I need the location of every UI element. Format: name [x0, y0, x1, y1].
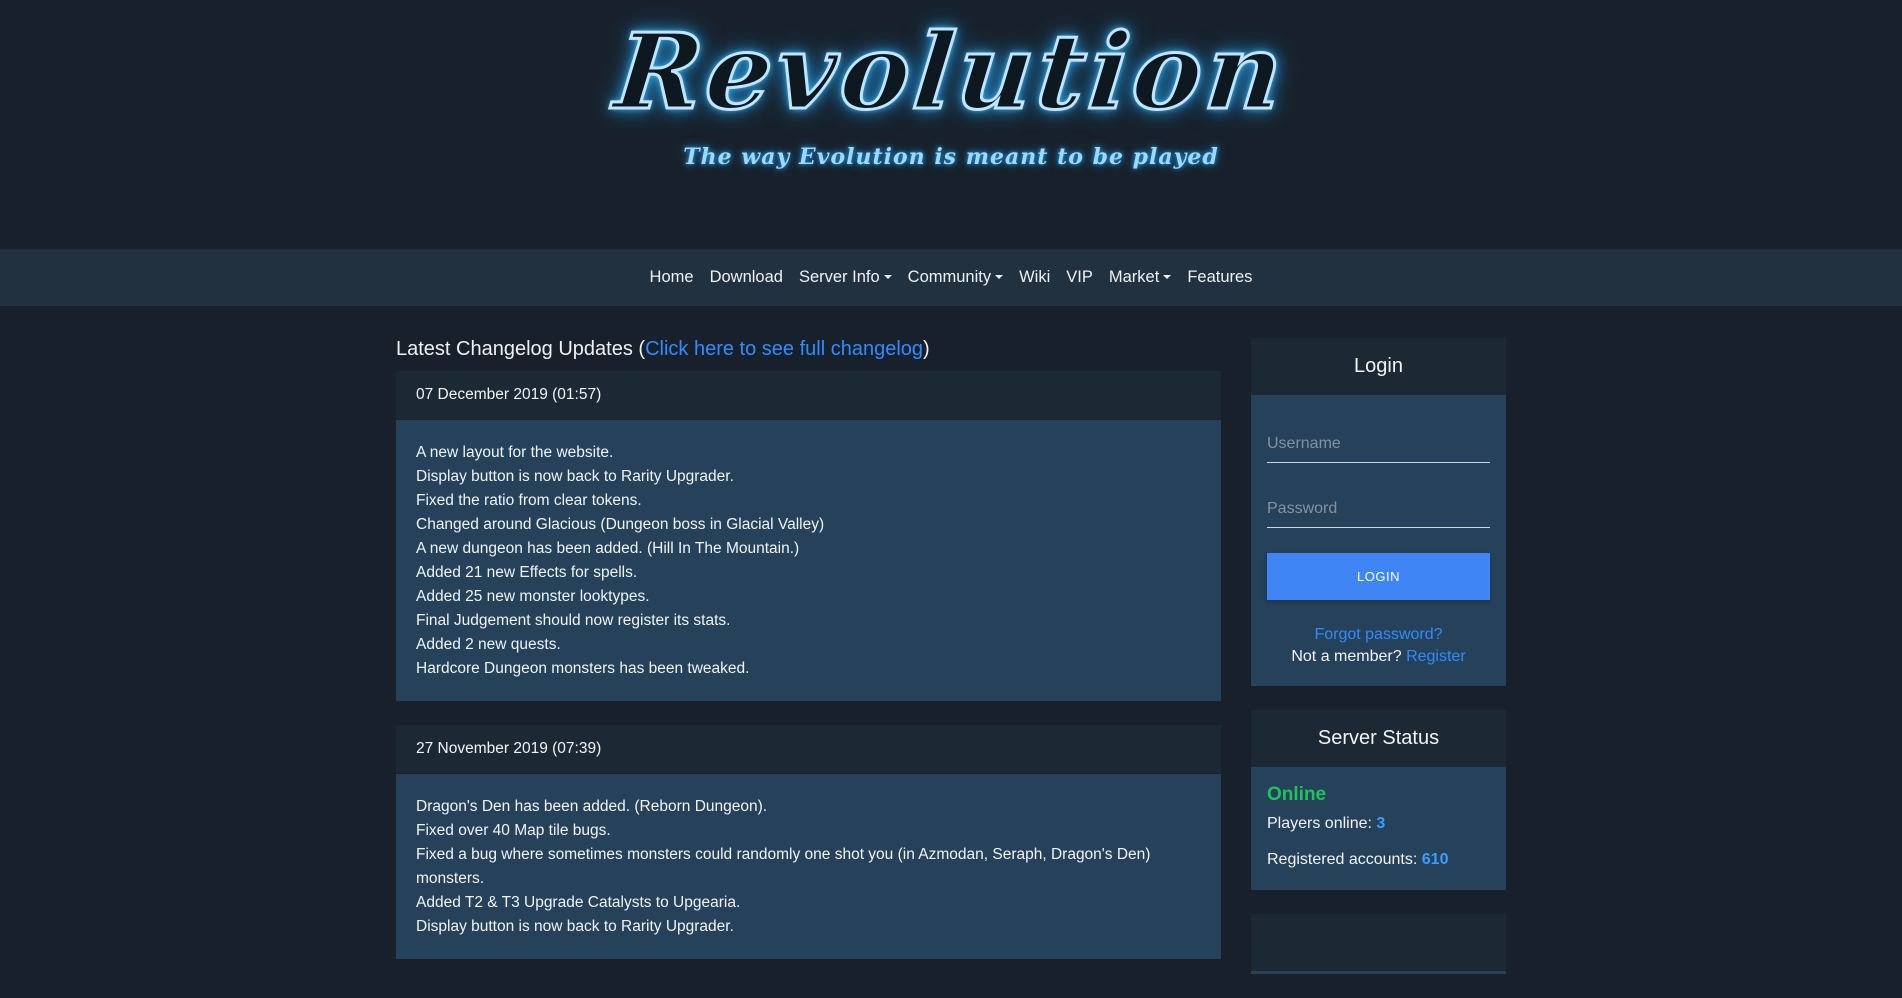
- server-status-indicator: Online: [1267, 784, 1327, 805]
- server-status-body: Online Players online: 3 Registered acco…: [1251, 767, 1506, 890]
- registered-accounts-label: Registered accounts:: [1267, 851, 1418, 868]
- changelog-line: Hardcore Dungeon monsters has been tweak…: [416, 660, 750, 677]
- caret-down-icon: [995, 275, 1004, 279]
- server-status-card: Server Status Online Players online: 3 R…: [1251, 710, 1506, 890]
- changelog-line: Final Judgement should now register its …: [416, 612, 731, 629]
- password-field-wrapper: [1267, 490, 1490, 528]
- caret-down-icon: [883, 275, 892, 279]
- nav-label: Community: [907, 268, 992, 286]
- caret-down-icon: [1163, 275, 1172, 279]
- changelog-line: Fixed the ratio from clear tokens.: [416, 492, 642, 509]
- logo-title: Revolution: [608, 9, 1294, 135]
- server-status-title: Server Status: [1251, 710, 1506, 767]
- register-prompt: Not a member? Register: [1267, 648, 1490, 666]
- nav-label: Download: [709, 268, 783, 286]
- login-form: LOGIN Forgot password? Not a member? Reg…: [1251, 395, 1506, 686]
- changelog-line: Added 2 new quests.: [416, 636, 561, 653]
- changelog-entry-date: 27 November 2019 (07:39): [396, 725, 1221, 774]
- main-nav: Home Download Server Info Community Wiki…: [0, 249, 1902, 306]
- changelog-entry: 07 December 2019 (01:57) A new layout fo…: [396, 371, 1221, 701]
- nav-features[interactable]: Features: [1179, 268, 1260, 287]
- changelog-entry: 27 November 2019 (07:39) Dragon's Den ha…: [396, 725, 1221, 959]
- registered-accounts: Registered accounts: 610: [1267, 850, 1490, 870]
- nav-wiki[interactable]: Wiki: [1011, 268, 1058, 287]
- changelog-line: Display button is now back to Rarity Upg…: [416, 468, 734, 485]
- nav-server-info-dropdown[interactable]: Server Info: [791, 268, 900, 287]
- nav-label: Home: [649, 268, 694, 286]
- username-field-wrapper: [1267, 425, 1490, 463]
- registered-accounts-count: 610: [1421, 851, 1449, 868]
- changelog-line: Dragon's Den has been added. (Reborn Dun…: [416, 798, 768, 815]
- username-input[interactable]: [1267, 425, 1490, 462]
- nav-label: Features: [1187, 268, 1253, 286]
- changelog-entry-body: Dragon's Den has been added. (Reborn Dun…: [396, 774, 1221, 959]
- changelog-entry-date: 07 December 2019 (01:57): [396, 371, 1221, 420]
- not-member-label: Not a member?: [1291, 648, 1402, 665]
- sidebar-card-header: [1251, 914, 1506, 971]
- sidebar-card-partial: [1251, 914, 1506, 974]
- nav-label: Server Info: [798, 268, 880, 286]
- nav-label: Market: [1108, 268, 1160, 286]
- forgot-password-link[interactable]: Forgot password?: [1267, 626, 1490, 644]
- nav-vip[interactable]: VIP: [1058, 268, 1101, 287]
- nav-home[interactable]: Home: [642, 268, 702, 287]
- changelog-entry-body: A new layout for the website. Display bu…: [396, 420, 1221, 701]
- changelog-line: A new dungeon has been added. (Hill In T…: [416, 540, 800, 557]
- changelog-line: Changed around Glacious (Dungeon boss in…: [416, 516, 825, 533]
- nav-market-dropdown[interactable]: Market: [1101, 268, 1179, 287]
- changelog-section: Latest Changelog Updates (Click here to …: [396, 337, 1221, 983]
- players-online-label: Players online:: [1267, 815, 1372, 832]
- nav-label: Wiki: [1019, 268, 1051, 286]
- changelog-line: Fixed a bug where sometimes monsters cou…: [416, 846, 1151, 887]
- changelog-line: A new layout for the website.: [416, 444, 614, 461]
- changelog-heading-suffix: ): [923, 338, 930, 360]
- changelog-line: Fixed over 40 Map tile bugs.: [416, 822, 611, 839]
- nav-download[interactable]: Download: [702, 268, 791, 287]
- changelog-heading: Latest Changelog Updates (Click here to …: [396, 337, 1221, 371]
- players-online: Players online: 3: [1267, 814, 1490, 834]
- login-button[interactable]: LOGIN: [1267, 553, 1490, 600]
- login-card-title: Login: [1251, 338, 1506, 395]
- changelog-line: Added 21 new Effects for spells.: [416, 564, 638, 581]
- full-changelog-link[interactable]: Click here to see full changelog: [645, 338, 923, 360]
- changelog-heading-prefix: Latest Changelog Updates (: [396, 338, 646, 360]
- login-card: Login LOGIN Forgot password? Not a membe…: [1251, 338, 1506, 686]
- sidebar: Login LOGIN Forgot password? Not a membe…: [1251, 338, 1506, 998]
- changelog-line: Added T2 & T3 Upgrade Catalysts to Upgea…: [416, 894, 741, 911]
- site-logo[interactable]: Revolution The way Evolution is meant to…: [0, 9, 1902, 171]
- nav-label: VIP: [1066, 268, 1093, 286]
- changelog-line: Added 25 new monster looktypes.: [416, 588, 650, 605]
- register-link[interactable]: Register: [1406, 648, 1466, 665]
- changelog-line: Display button is now back to Rarity Upg…: [416, 918, 734, 935]
- players-online-count: 3: [1376, 815, 1386, 832]
- password-input[interactable]: [1267, 490, 1490, 527]
- site-header: Revolution The way Evolution is meant to…: [0, 0, 1902, 249]
- nav-community-dropdown[interactable]: Community: [900, 268, 1011, 287]
- logo-tagline: The way Evolution is meant to be played: [683, 144, 1219, 170]
